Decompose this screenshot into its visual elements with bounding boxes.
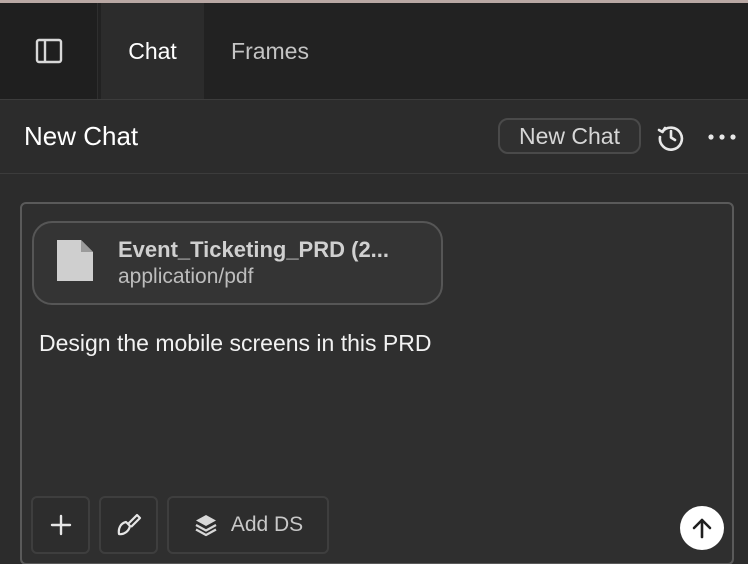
tab-chat-label: Chat (128, 37, 177, 64)
attachment-chip[interactable]: Event_Ticketing_PRD (2... application/pd… (32, 221, 443, 305)
sidebar-panel-icon (35, 38, 62, 64)
add-button[interactable] (31, 496, 90, 554)
chat-header: New Chat New Chat (0, 99, 748, 174)
tab-bar: Chat Frames (0, 3, 748, 100)
sidebar-toggle-button[interactable] (0, 3, 98, 99)
tab-frames-label: Frames (231, 37, 309, 64)
history-button[interactable] (655, 121, 687, 153)
add-design-system-button[interactable]: Add DS (167, 496, 329, 554)
brush-button[interactable] (99, 496, 158, 554)
more-options-button[interactable] (705, 123, 739, 151)
arrow-up-icon (692, 518, 712, 539)
plus-icon (50, 514, 71, 536)
new-chat-button[interactable]: New Chat (498, 118, 641, 154)
add-ds-label: Add DS (230, 513, 304, 536)
more-horizontal-icon (708, 134, 736, 140)
message-input[interactable]: Design the mobile screens in this PRD (39, 330, 431, 357)
tab-frames[interactable]: Frames (204, 3, 336, 99)
tab-chat[interactable]: Chat (101, 3, 204, 99)
send-button[interactable] (680, 506, 724, 550)
brush-icon (117, 513, 141, 536)
history-icon (657, 126, 684, 151)
layers-icon (195, 515, 217, 537)
attachment-name: Event_Ticketing_PRD (2... (118, 237, 390, 262)
page-title: New Chat (24, 121, 139, 151)
message-composer[interactable]: Event_Ticketing_PRD (2... application/pd… (20, 202, 734, 564)
file-icon (57, 240, 93, 281)
attachment-type: application/pdf (118, 265, 254, 288)
chat-panel: Chat Frames New Chat New Chat Event_Tick… (0, 0, 748, 564)
